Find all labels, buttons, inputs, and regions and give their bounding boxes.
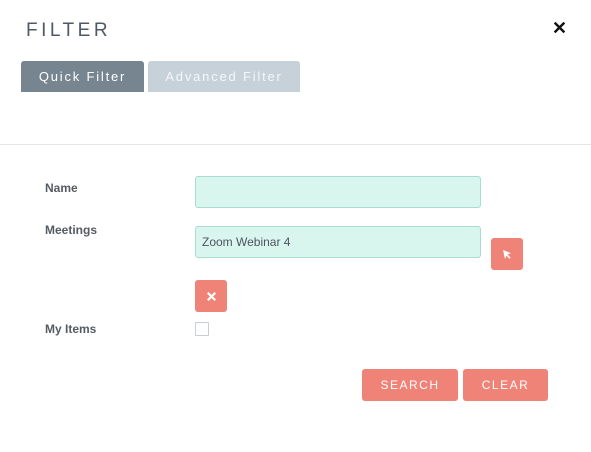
meetings-label: Meetings (45, 223, 98, 237)
cursor-arrow-icon (503, 250, 511, 259)
close-icon (553, 21, 565, 33)
tab-advanced-filter[interactable]: Advanced Filter (148, 61, 300, 92)
tab-quick-filter[interactable]: Quick Filter (21, 61, 144, 92)
name-input[interactable] (195, 176, 481, 208)
close-button[interactable] (548, 16, 570, 38)
my-items-label: My Items (45, 322, 97, 336)
close-icon (206, 291, 216, 301)
search-button[interactable]: SEARCH (362, 369, 458, 401)
clear-meeting-button[interactable] (195, 280, 227, 312)
my-items-checkbox[interactable] (195, 322, 209, 336)
dialog-title: FILTER (26, 20, 112, 41)
select-meeting-button[interactable] (491, 238, 523, 270)
filter-dialog: FILTER Quick Filter Advanced Filter Name… (0, 0, 591, 452)
name-label: Name (45, 181, 78, 195)
divider (0, 144, 591, 145)
meetings-input[interactable] (195, 226, 481, 258)
clear-button[interactable]: CLEAR (463, 369, 548, 401)
